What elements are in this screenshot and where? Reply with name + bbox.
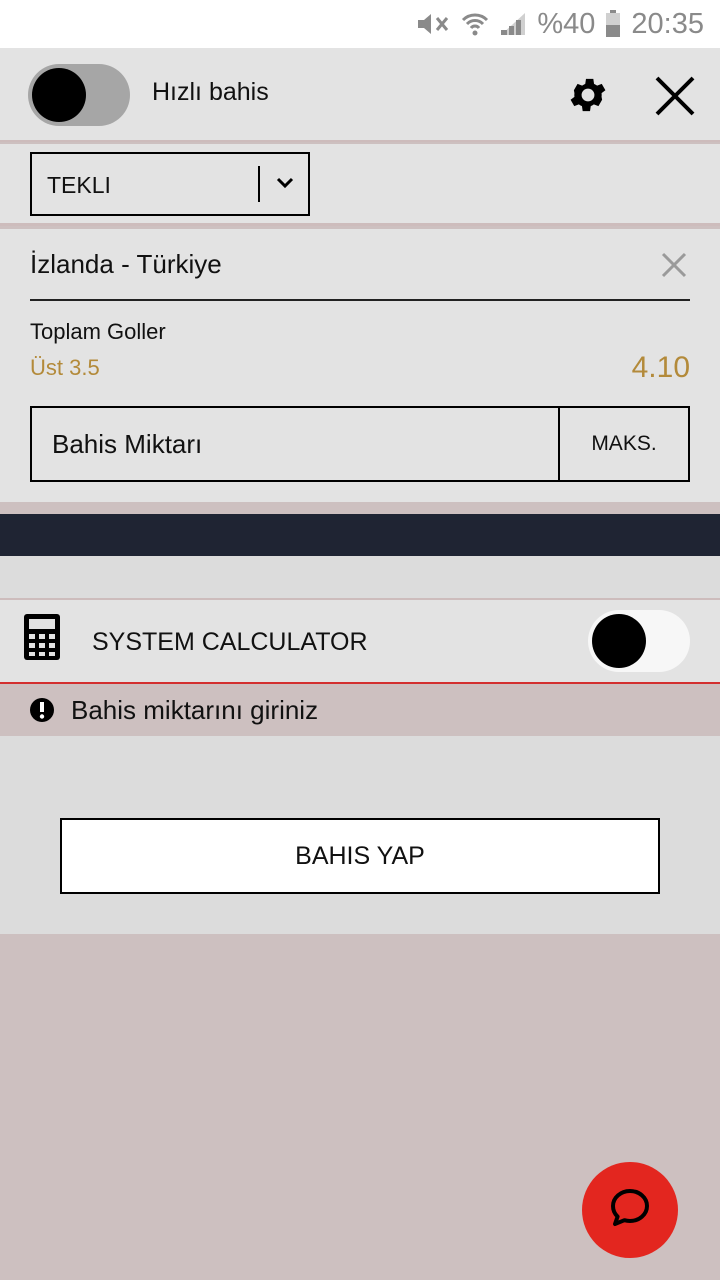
chevron-down-icon xyxy=(274,172,296,199)
place-bet-button[interactable]: BAHIS YAP xyxy=(60,818,660,894)
max-stake-button[interactable]: MAKS. xyxy=(558,408,688,480)
status-bar: %40 20:35 xyxy=(0,0,720,48)
warning-message: Bahis miktarını giriniz xyxy=(0,684,720,736)
chat-bubble-icon xyxy=(608,1186,652,1235)
mute-icon xyxy=(415,11,451,37)
warning-text: Bahis miktarını giriniz xyxy=(71,695,319,725)
system-calculator-row: SYSTEM CALCULATOR xyxy=(0,598,720,684)
odds-value: 4.10 xyxy=(631,351,690,384)
selection-name: Üst 3.5 xyxy=(30,355,100,380)
stake-input[interactable]: Bahis Miktarı MAKS. xyxy=(30,406,690,482)
divider xyxy=(30,299,690,301)
toggle-knob xyxy=(32,68,86,122)
wifi-icon xyxy=(461,11,489,37)
toggle-knob xyxy=(592,614,646,668)
signal-icon xyxy=(499,11,527,37)
betslip-header: Hızlı bahis xyxy=(0,48,720,142)
stake-placeholder: Bahis Miktarı xyxy=(52,429,203,459)
chat-button[interactable] xyxy=(582,1162,678,1258)
quick-bet-toggle[interactable] xyxy=(28,64,130,126)
bet-type-value: TEKLI xyxy=(47,172,111,198)
bet-type-row: TEKLI xyxy=(0,144,720,226)
remove-selection-icon[interactable] xyxy=(660,251,688,284)
match-name: İzlanda - Türkiye xyxy=(30,249,222,279)
betslip-footer: SYSTEM CALCULATOR Bahis miktarını girini… xyxy=(0,556,720,934)
system-calculator-toggle[interactable] xyxy=(588,610,690,672)
close-icon[interactable] xyxy=(654,75,696,122)
market-name: Toplam Goller xyxy=(30,319,166,344)
clock: 20:35 xyxy=(631,7,704,40)
battery-percent: %40 xyxy=(537,7,596,40)
select-separator xyxy=(258,166,260,202)
gear-icon[interactable] xyxy=(566,73,610,122)
exclamation-icon xyxy=(29,697,55,728)
betslip-item: İzlanda - Türkiye Toplam Goller Üst 3.5 … xyxy=(0,229,720,502)
calculator-icon xyxy=(24,614,60,665)
bet-type-select[interactable]: TEKLI xyxy=(30,152,310,216)
status-icons: %40 20:35 xyxy=(415,0,704,48)
separator-bar xyxy=(0,514,720,556)
quick-bet-label: Hızlı bahis xyxy=(152,78,269,106)
system-calculator-label: SYSTEM CALCULATOR xyxy=(92,628,368,656)
battery-icon xyxy=(605,10,621,38)
